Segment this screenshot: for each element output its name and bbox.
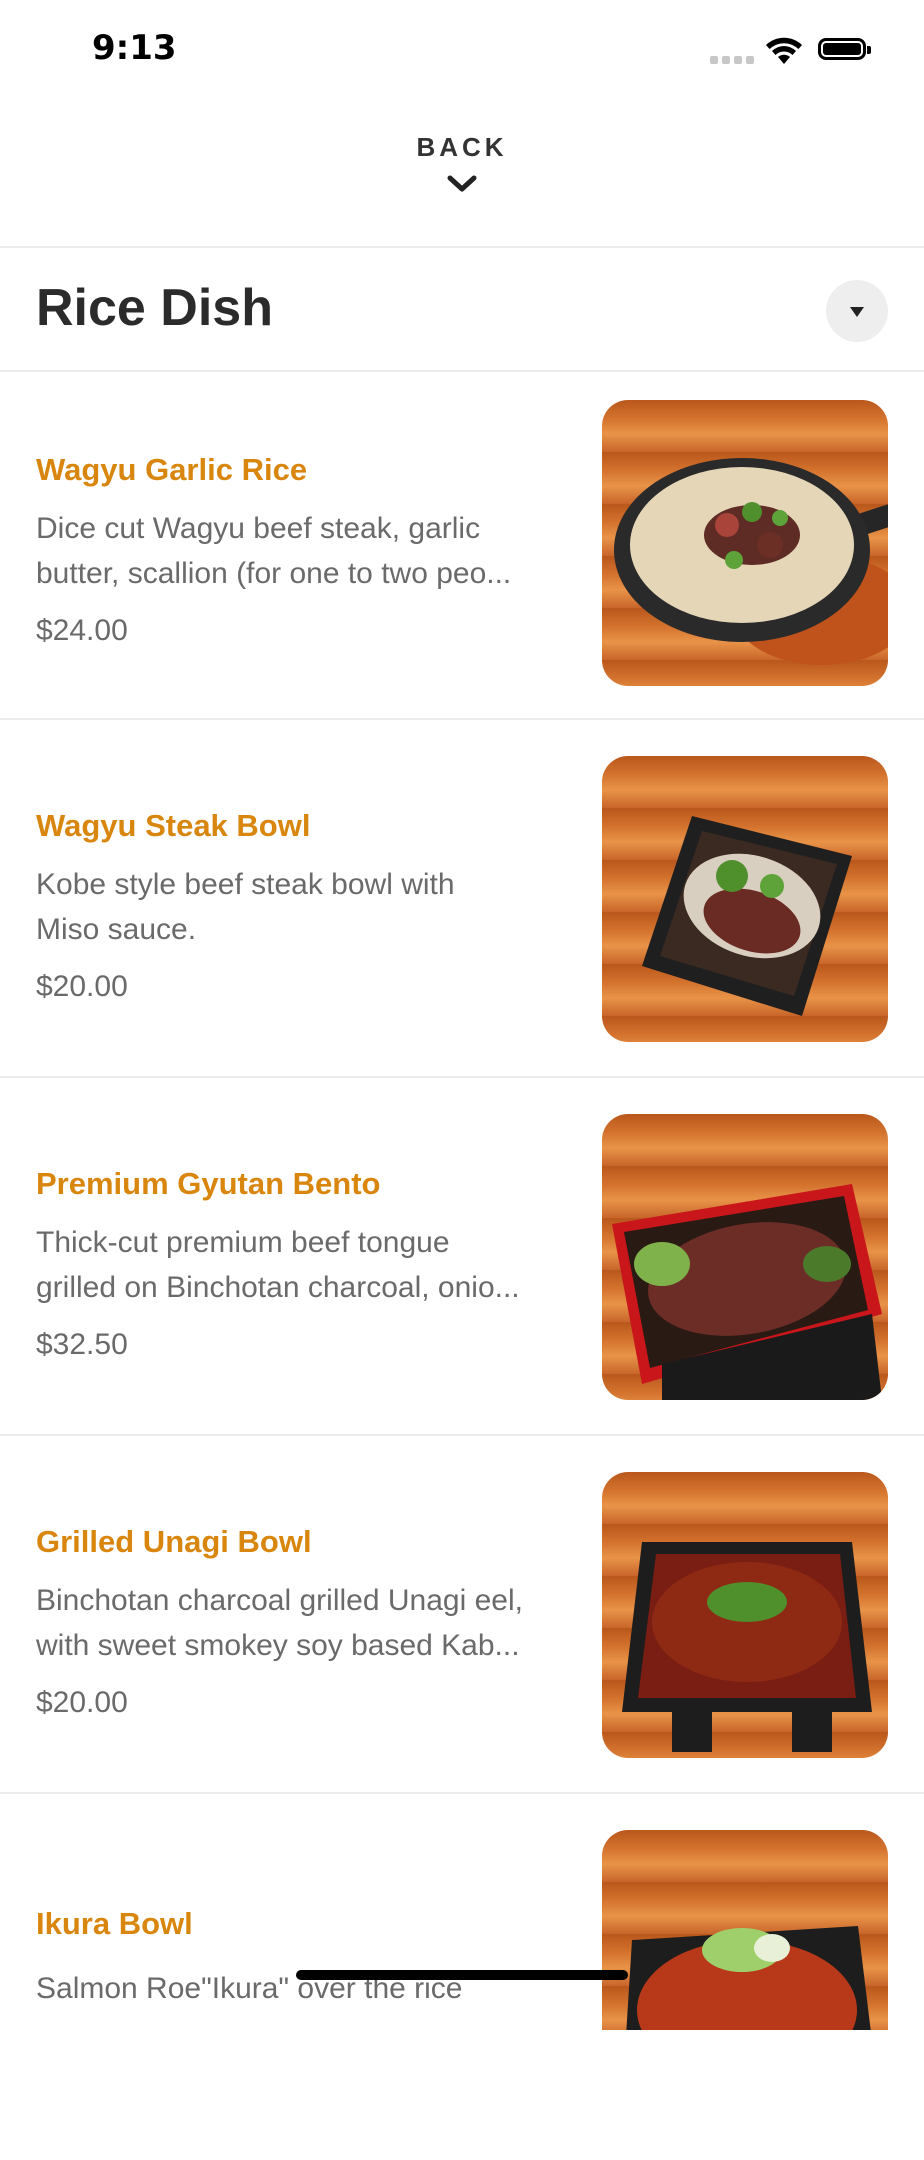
section-title: Rice Dish — [36, 279, 273, 337]
category-dropdown-button[interactable] — [826, 280, 888, 342]
item-description-line: with sweet smokey soy based Kab... — [36, 1629, 520, 1662]
item-description-line: Thick-cut premium beef tongue — [36, 1226, 450, 1259]
item-description: Kobe style beef steak bowl with Miso sau… — [36, 862, 576, 952]
menu-item-premium-gyutan-bento[interactable]: Premium Gyutan Bento Thick-cut premium b… — [0, 1088, 924, 1444]
status-bar: 9:13 — [0, 0, 924, 100]
food-image — [614, 458, 888, 665]
cellular-signal-icon — [710, 52, 756, 64]
food-image — [612, 1184, 882, 1400]
food-image — [622, 1542, 872, 1752]
item-description: Thick-cut premium beef tongue grilled on… — [36, 1220, 576, 1310]
item-photo[interactable] — [602, 400, 888, 686]
item-name: Grilled Unagi Bowl — [36, 1524, 312, 1559]
item-photo[interactable] — [602, 1114, 888, 1400]
divider — [0, 718, 924, 720]
food-image — [626, 1926, 871, 2030]
chevron-down-icon — [447, 175, 477, 192]
divider — [0, 1434, 924, 1436]
divider — [0, 246, 924, 248]
item-description-line: Dice cut Wagyu beef steak, garlic — [36, 512, 481, 545]
item-name: Premium Gyutan Bento — [36, 1166, 381, 1201]
item-name: Wagyu Garlic Rice — [36, 452, 308, 487]
item-description-line: grilled on Binchotan charcoal, onio... — [36, 1271, 520, 1304]
back-button[interactable]: BACK — [0, 132, 924, 218]
item-photo[interactable] — [602, 756, 888, 1042]
status-time: 9:13 — [92, 28, 177, 68]
item-photo[interactable] — [602, 1830, 888, 2030]
divider — [0, 1792, 924, 1794]
menu-item-ikura-bowl[interactable]: Ikura Bowl Salmon Roe"Ikura" over the ri… — [0, 1804, 924, 2160]
item-description-line: Kobe style beef steak bowl with — [36, 868, 455, 901]
item-price: $20.00 — [36, 1686, 128, 1719]
back-label: BACK — [416, 132, 508, 162]
item-description-line: Binchotan charcoal grilled Unagi eel, — [36, 1584, 523, 1617]
menu-item-wagyu-steak-bowl[interactable]: Wagyu Steak Bowl Kobe style beef steak b… — [0, 730, 924, 1086]
item-name: Ikura Bowl — [36, 1906, 193, 1941]
menu-item-grilled-unagi-bowl[interactable]: Grilled Unagi Bowl Binchotan charcoal gr… — [0, 1446, 924, 1802]
battery-icon — [818, 38, 871, 60]
caret-down-icon — [850, 307, 864, 317]
item-description-line: Miso sauce. — [36, 913, 197, 946]
home-indicator — [296, 1970, 628, 1980]
item-photo[interactable] — [602, 1472, 888, 1758]
menu-item-wagyu-garlic-rice[interactable]: Wagyu Garlic Rice Dice cut Wagyu beef st… — [0, 372, 924, 728]
item-price: $32.50 — [36, 1328, 128, 1361]
item-description: Binchotan charcoal grilled Unagi eel, wi… — [36, 1578, 576, 1668]
wifi-icon — [766, 37, 802, 64]
item-description: Dice cut Wagyu beef steak, garlic butter… — [36, 506, 576, 596]
food-image — [642, 816, 852, 1016]
item-price: $24.00 — [36, 614, 128, 647]
item-name: Wagyu Steak Bowl — [36, 808, 311, 843]
item-description-line: butter, scallion (for one to two peo... — [36, 557, 512, 590]
divider — [0, 1076, 924, 1078]
item-price: $20.00 — [36, 970, 128, 1003]
